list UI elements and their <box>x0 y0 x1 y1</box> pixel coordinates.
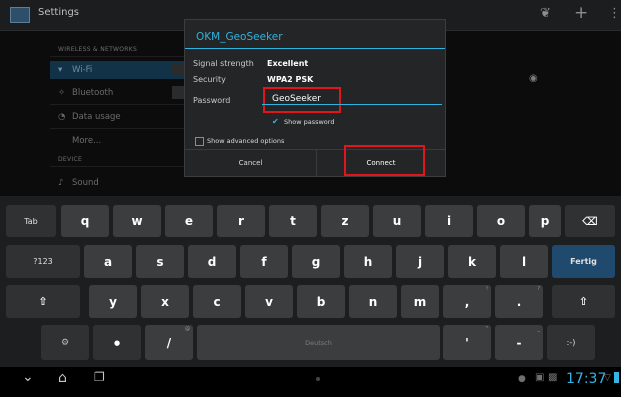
tab-key[interactable]: Tab <box>6 205 56 237</box>
key-m[interactable]: m <box>401 285 439 318</box>
home-icon[interactable]: ⌂ <box>58 370 67 386</box>
key-l[interactable]: l <box>500 245 548 278</box>
key-b[interactable]: b <box>297 285 345 318</box>
bluetooth-icon: ✧ <box>58 88 66 98</box>
divider <box>50 104 188 105</box>
password-input[interactable]: GeoSeeker <box>272 94 321 104</box>
key-z[interactable]: z <box>321 205 369 237</box>
screenshot-icon: ▣ <box>535 372 545 383</box>
key-apostrophe-hint: " <box>485 326 488 332</box>
key-n[interactable]: n <box>349 285 397 318</box>
connect-highlight-box <box>344 145 425 176</box>
show-password-checkbox[interactable]: ✔ <box>272 117 279 126</box>
settings-item-label: Wi-Fi <box>72 65 93 75</box>
settings-item-bluetooth[interactable]: Bluetooth <box>72 88 113 98</box>
key-q[interactable]: q <box>61 205 109 237</box>
key-e[interactable]: e <box>165 205 213 237</box>
key-comma[interactable]: , ! <box>443 285 491 318</box>
settings-item-more[interactable]: More... <box>72 136 101 146</box>
status-clock: 17:37 <box>566 371 607 387</box>
microphone-key[interactable]: ● <box>93 325 141 360</box>
key-t[interactable]: t <box>269 205 317 237</box>
key-dash-label: - <box>516 335 522 350</box>
key-slash-label: / <box>166 335 172 350</box>
show-password-label: Show password <box>284 118 335 126</box>
advanced-options-label: Show advanced options <box>207 137 285 145</box>
signal-strength-label: Signal strength <box>193 59 254 68</box>
key-y[interactable]: y <box>89 285 137 318</box>
notification-icon[interactable]: ● <box>518 374 526 384</box>
key-apostrophe-label: ' <box>465 335 469 350</box>
key-s[interactable]: s <box>136 245 184 278</box>
battery-icon <box>614 372 619 383</box>
key-u[interactable]: u <box>373 205 421 237</box>
shift-right-key[interactable]: ⇧ <box>552 285 615 318</box>
key-period[interactable]: . ? <box>495 285 543 318</box>
key-j[interactable]: j <box>396 245 444 278</box>
shift-left-key[interactable]: ⇧ <box>6 285 80 318</box>
key-d[interactable]: d <box>188 245 236 278</box>
key-k[interactable]: k <box>448 245 496 278</box>
settings-item-sound[interactable]: Sound <box>72 178 99 188</box>
key-o[interactable]: o <box>477 205 525 237</box>
section-header-wireless: WIRELESS & NETWORKS <box>58 46 138 53</box>
security-label: Security <box>193 75 226 84</box>
security-value: WPA2 PSK <box>267 75 314 84</box>
enter-key[interactable]: Fertig <box>552 245 615 278</box>
space-key[interactable]: Deutsch <box>197 325 440 360</box>
dialog-title-divider <box>185 48 445 49</box>
key-w[interactable]: w <box>113 205 161 237</box>
wifi-icon: ▾ <box>58 65 63 75</box>
key-h[interactable]: h <box>344 245 392 278</box>
overflow-menu-icon[interactable]: ⋮ <box>608 6 621 21</box>
key-comma-label: , <box>464 294 470 309</box>
cancel-button[interactable]: Cancel <box>185 150 316 176</box>
backspace-key[interactable]: ⌫ <box>565 205 615 237</box>
key-period-hint: ? <box>537 286 540 292</box>
password-label: Password <box>193 96 231 105</box>
wifi-scan-icon[interactable]: ❦ <box>540 6 551 21</box>
key-g[interactable]: g <box>292 245 340 278</box>
recent-apps-icon[interactable]: ❐ <box>94 370 105 384</box>
key-a[interactable]: a <box>84 245 132 278</box>
key-i[interactable]: i <box>425 205 473 237</box>
key-v[interactable]: v <box>245 285 293 318</box>
signal-strength-value: Excellent <box>267 59 309 68</box>
settings-item-wifi[interactable] <box>50 61 188 79</box>
app-title: Settings <box>38 7 80 18</box>
divider <box>50 128 188 129</box>
storage-icon: ▩ <box>548 372 558 383</box>
divider <box>50 166 188 167</box>
dialog-title: OKM_GeoSeeker <box>196 31 283 43</box>
add-icon[interactable]: + <box>574 3 588 23</box>
key-slash-hint: @ <box>185 326 190 332</box>
advanced-options-checkbox[interactable] <box>195 137 204 146</box>
settings-item-data-usage[interactable]: Data usage <box>72 112 121 122</box>
key-dash[interactable]: - _ <box>495 325 543 360</box>
wifi-status-icon: ▽ <box>604 373 611 383</box>
section-header-device: DEVICE <box>58 156 83 163</box>
key-comma-hint: ! <box>485 286 488 292</box>
key-x[interactable]: x <box>141 285 189 318</box>
key-r[interactable]: r <box>217 205 265 237</box>
hide-keyboard-icon[interactable]: ⌄ <box>22 369 34 385</box>
key-p[interactable]: p <box>529 205 561 237</box>
settings-app-icon[interactable] <box>10 7 30 23</box>
key-dash-hint: _ <box>537 326 541 332</box>
key-period-label: . <box>516 294 522 309</box>
smiley-key[interactable]: :-) <box>547 325 595 360</box>
keyboard-settings-key[interactable]: ⚙ <box>41 325 89 360</box>
key-slash[interactable]: / @ <box>145 325 193 360</box>
data-usage-icon: ◔ <box>58 112 66 122</box>
key-apostrophe[interactable]: ' " <box>443 325 491 360</box>
sound-icon: ♪ <box>58 178 64 188</box>
key-c[interactable]: c <box>193 285 241 318</box>
password-input-underline <box>262 104 442 105</box>
wifi-signal-icon: ◉ <box>529 73 538 84</box>
divider <box>50 56 188 57</box>
menu-dot-icon[interactable] <box>316 377 320 381</box>
key-f[interactable]: f <box>240 245 288 278</box>
symbols-key[interactable]: ?123 <box>6 245 80 278</box>
